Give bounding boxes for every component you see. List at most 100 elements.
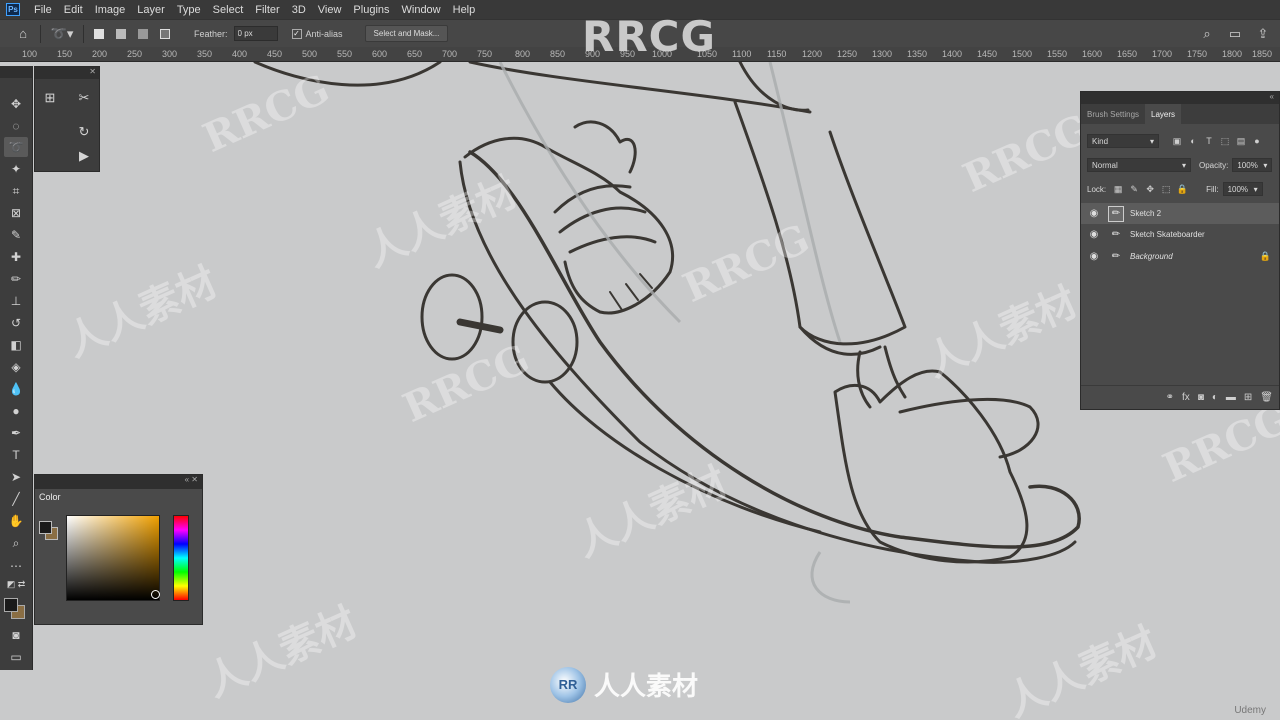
share-icon[interactable]: ⇪ <box>1252 23 1274 45</box>
layer-name[interactable]: Sketch 2 <box>1130 209 1161 218</box>
eyedropper-tool-icon[interactable]: ✎ <box>4 225 28 245</box>
pen-tool-icon[interactable]: ✒ <box>4 423 28 443</box>
magic-wand-tool-icon[interactable]: ✦ <box>4 159 28 179</box>
quick-mask-icon[interactable]: ◙ <box>4 625 28 645</box>
screen-mode-icon[interactable]: ▭ <box>4 647 28 667</box>
clone-stamp-tool-icon[interactable]: ⊥ <box>4 291 28 311</box>
color-saturation-field[interactable] <box>66 515 160 601</box>
blur-tool-icon[interactable]: 💧 <box>4 379 28 399</box>
lock-position-icon[interactable]: ✥ <box>1144 183 1156 195</box>
new-group-icon[interactable]: ▬ <box>1226 392 1236 403</box>
new-selection-icon[interactable] <box>90 25 108 43</box>
intersect-selection-icon[interactable] <box>156 25 174 43</box>
layer-style-fx-icon[interactable]: fx <box>1182 392 1190 403</box>
hue-slider[interactable] <box>173 515 189 601</box>
panel-menu-icon[interactable]: « ✕ <box>35 475 202 489</box>
feather-input[interactable] <box>233 26 278 41</box>
add-mask-icon[interactable]: ◙ <box>1198 392 1204 403</box>
opacity-input[interactable]: 100% ▾ <box>1232 158 1273 172</box>
rotate-icon[interactable]: ↻ <box>72 121 96 143</box>
ruler-tick: 1700 <box>1152 49 1173 59</box>
type-filter-icon[interactable]: T <box>1203 135 1215 147</box>
more-tools-icon[interactable]: ⋯ <box>4 556 28 576</box>
play-icon[interactable]: ▶ <box>72 145 96 167</box>
layer-row-sketch-2[interactable]: ◉ ✏ Sketch 2 <box>1081 203 1279 224</box>
lock-pixels-icon[interactable]: ✎ <box>1128 183 1140 195</box>
move-tool-icon[interactable]: ✥ <box>4 94 28 114</box>
paint-bucket-tool-icon[interactable]: ◈ <box>4 357 28 377</box>
marquee-tool-icon[interactable]: ◌ <box>4 116 28 136</box>
menu-select[interactable]: Select <box>207 4 250 16</box>
menu-edit[interactable]: Edit <box>58 4 89 16</box>
tab-color[interactable]: Color <box>35 489 65 505</box>
delete-layer-icon[interactable]: 🗑 <box>1260 392 1273 403</box>
menu-layer[interactable]: Layer <box>131 4 171 16</box>
reset-colors-icon[interactable]: ◩ ⇄ <box>4 578 28 590</box>
dodge-tool-icon[interactable]: ● <box>4 401 28 421</box>
blend-mode-dropdown[interactable]: Normal ▾ <box>1087 158 1191 172</box>
home-icon[interactable]: ⌂ <box>12 23 34 45</box>
tab-brush-settings[interactable]: Brush Settings <box>1081 104 1145 124</box>
tab-layers[interactable]: Layers <box>1145 104 1182 124</box>
zoom-tool-icon[interactable]: ⌕ <box>4 533 28 553</box>
antialias-checkbox[interactable]: ✓ <box>291 28 302 39</box>
pixel-filter-icon[interactable]: ▣ <box>1171 135 1183 147</box>
lock-artboard-icon[interactable]: ⬚ <box>1160 183 1172 195</box>
type-tool-icon[interactable]: T <box>4 445 28 465</box>
menu-window[interactable]: Window <box>396 4 447 16</box>
lock-transparent-icon[interactable]: ▦ <box>1112 183 1124 195</box>
layer-kind-filter[interactable]: Kind ▾ <box>1087 134 1159 148</box>
history-brush-tool-icon[interactable]: ↺ <box>4 313 28 333</box>
tools-panel-header[interactable] <box>0 66 32 78</box>
menu-file[interactable]: File <box>28 4 58 16</box>
filter-toggle-icon[interactable]: ● <box>1251 135 1263 147</box>
color-picker-marker[interactable] <box>151 590 160 599</box>
visibility-eye-icon[interactable]: ◉ <box>1088 229 1100 240</box>
layer-row-sketch-skateboarder[interactable]: ◉ ✏ Sketch Skateboarder <box>1081 224 1279 245</box>
select-and-mask-button[interactable]: Select and Mask... <box>364 25 449 42</box>
path-selection-tool-icon[interactable]: ➤ <box>4 467 28 487</box>
grid-icon[interactable]: ⊞ <box>38 87 62 109</box>
lock-all-icon[interactable]: 🔒 <box>1176 183 1188 195</box>
menu-help[interactable]: Help <box>447 4 482 16</box>
menu-image[interactable]: Image <box>89 4 132 16</box>
adjustment-layer-icon[interactable]: ◐ <box>1212 392 1218 403</box>
ruler-tick: 350 <box>197 49 213 59</box>
eraser-tool-icon[interactable]: ◧ <box>4 335 28 355</box>
frame-tool-icon[interactable]: ⊠ <box>4 203 28 223</box>
panel-close-icon[interactable]: ✕ <box>35 67 99 79</box>
brush-tool-icon[interactable]: ✏ <box>4 269 28 289</box>
color-panel-foreground-swatch[interactable] <box>39 521 52 534</box>
visibility-eye-icon[interactable]: ◉ <box>1088 251 1100 262</box>
ruler-tick: 1500 <box>1012 49 1033 59</box>
menu-view[interactable]: View <box>312 4 348 16</box>
lasso-tool-icon[interactable]: ➰ <box>4 137 28 157</box>
search-icon[interactable]: ⌕ <box>1196 23 1218 45</box>
shape-filter-icon[interactable]: ⬚ <box>1219 135 1231 147</box>
visibility-eye-icon[interactable]: ◉ <box>1088 208 1100 219</box>
add-to-selection-icon[interactable] <box>112 25 130 43</box>
new-layer-icon[interactable]: ⊞ <box>1244 392 1252 403</box>
workspace-icon[interactable]: ▭ <box>1224 23 1246 45</box>
link-layers-icon[interactable]: ⚭ <box>1166 392 1174 403</box>
fill-input[interactable]: 100% ▾ <box>1222 182 1263 196</box>
layer-name[interactable]: Sketch Skateboarder <box>1130 230 1205 239</box>
line-tool-icon[interactable]: ╱ <box>4 489 28 509</box>
adjustment-filter-icon[interactable]: ◐ <box>1187 135 1199 147</box>
smart-object-filter-icon[interactable]: ▤ <box>1235 135 1247 147</box>
healing-brush-tool-icon[interactable]: ✚ <box>4 247 28 267</box>
menu-type[interactable]: Type <box>171 4 207 16</box>
layer-name[interactable]: Background <box>1130 252 1173 261</box>
menu-3d[interactable]: 3D <box>286 4 312 16</box>
layer-row-background[interactable]: ◉ ✏ Background 🔒 <box>1081 246 1279 267</box>
watermark-title: RRCG <box>582 12 716 61</box>
foreground-color-swatch[interactable] <box>4 598 18 612</box>
menu-plugins[interactable]: Plugins <box>347 4 395 16</box>
lasso-preset-icon[interactable]: ➰▾ <box>47 23 77 45</box>
menu-filter[interactable]: Filter <box>249 4 285 16</box>
hand-tool-icon[interactable]: ✋ <box>4 511 28 531</box>
subtract-selection-icon[interactable] <box>134 25 152 43</box>
scissors-icon[interactable]: ✂ <box>72 87 96 109</box>
crop-tool-icon[interactable]: ⌗ <box>4 181 28 201</box>
panel-collapse-icon[interactable]: « <box>1081 92 1279 104</box>
